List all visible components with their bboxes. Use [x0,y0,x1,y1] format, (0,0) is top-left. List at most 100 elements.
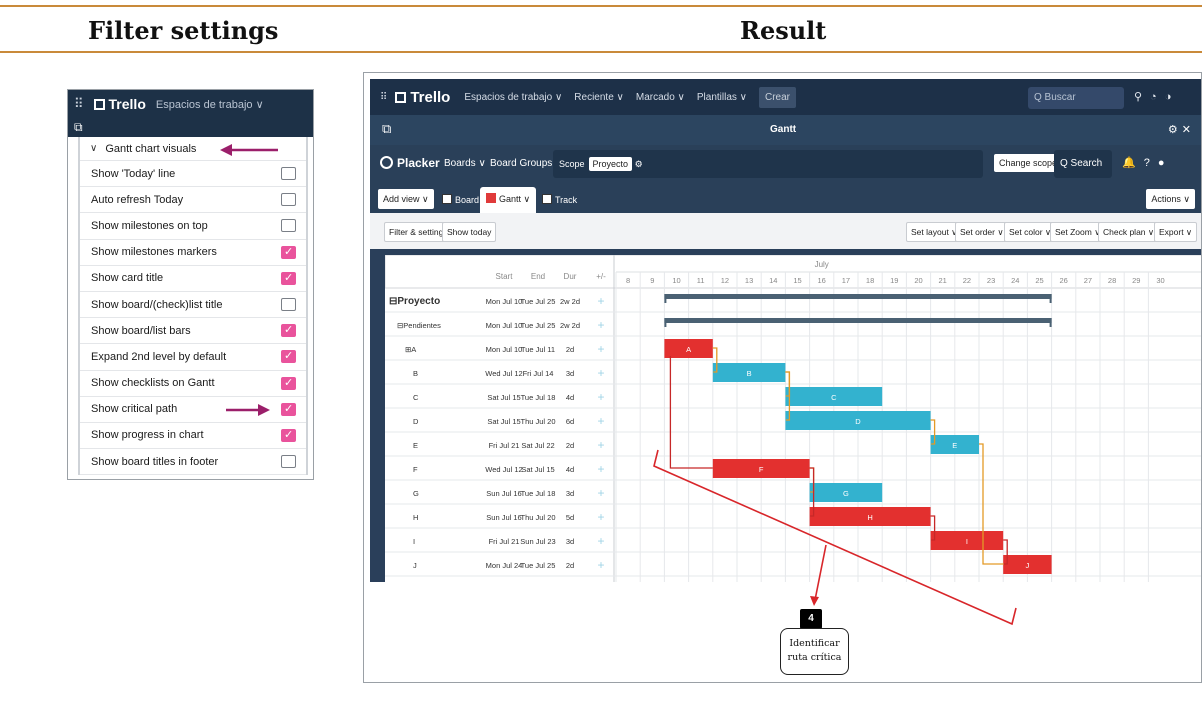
check-plan-button[interactable]: Check plan ∨ [1098,222,1160,242]
trello-logo[interactable]: Trello [395,89,450,106]
task-start: Sat Jul 15 [487,393,520,402]
filter-option-checkbox[interactable] [281,455,296,469]
menu-workspaces[interactable]: Espacios de trabajo ∨ [464,92,562,103]
tab-gantt[interactable]: Gantt ∨ [480,187,537,213]
filter-option-row[interactable]: Show card title [80,266,306,292]
filter-option-row[interactable]: Show milestones markers [80,240,306,266]
tab-track[interactable]: Track [536,188,583,210]
task-dur: 5d [566,513,574,522]
task-end: Tue Jul 18 [521,489,556,498]
filter-option-row[interactable]: Expand 2nd level by default [80,344,306,371]
day-tick-label: 16 [818,276,826,285]
task-start: Mon Jul 10 [486,297,523,306]
column-end: End [531,272,545,281]
menu-recent[interactable]: Reciente ∨ [574,92,624,103]
filter-option-row[interactable]: Show board/list bars [80,318,306,345]
task-end: Thu Jul 20 [520,513,555,522]
filter-option-checkbox[interactable] [281,349,296,364]
task-start: Mon Jul 10 [486,345,523,354]
day-tick-label: 20 [914,276,922,285]
search-input[interactable]: Q Buscar [1028,87,1124,109]
task-end: Tue Jul 11 [521,345,555,354]
gantt-visuals-options: ∨ Gantt chart visuals Show 'Today' line A… [78,137,308,476]
task-end: Fri Jul 14 [523,369,554,378]
filter-option-checkbox[interactable] [281,271,296,285]
apps-grid-icon[interactable]: ⠿ [74,96,84,112]
filter-option-label: Show critical path [91,403,178,416]
task-dur: 3d [566,369,574,378]
header-rule-top [0,5,1202,7]
set-layout-button[interactable]: Set layout ∨ [906,222,963,242]
workspaces-menu[interactable]: Espacios de trabajo ∨ [156,98,264,111]
task-start: Wed Jul 12 [485,369,522,378]
filter-option-checkbox[interactable] [281,245,296,259]
task-bar-label: I [966,537,968,546]
trello-top-bar: ⠿ Trello Espacios de trabajo ∨ Reciente … [370,79,1201,115]
filter-option-checkbox[interactable] [281,428,296,442]
add-task-icon: + [597,390,604,404]
task-bar-label: F [759,465,764,474]
gantt-chart-visuals-header[interactable]: ∨ Gantt chart visuals [80,137,306,161]
window-controls[interactable]: ⚙✕ [1168,123,1195,136]
task-name: H [413,513,418,522]
menu-templates[interactable]: Plantillas ∨ [697,92,747,103]
placker-icons[interactable]: 🔔?● [1122,156,1172,169]
board-groups-menu[interactable]: Board Groups ∨ [490,158,562,169]
filter-option-checkbox[interactable] [281,193,296,207]
filter-option-label: Show milestones markers [91,246,217,259]
filter-option-row[interactable]: Auto refresh Today [80,187,306,214]
set-order-button[interactable]: Set order ∨ [955,222,1009,242]
add-task-icon: + [597,318,604,332]
placker-brand[interactable]: Placker [380,156,440,170]
external-link-icon[interactable]: ⧉ [74,120,83,135]
filter-option-label: Show card title [91,272,164,285]
trello-logo[interactable]: Trello [93,96,146,112]
filter-option-label: Show board/(check)list title [91,298,223,311]
task-name: E [413,441,418,450]
filter-option-checkbox[interactable] [281,323,296,338]
task-dur: 2w 2d [560,321,580,330]
filter-option-checkbox[interactable] [281,297,296,311]
create-button[interactable]: Crear [759,86,797,108]
apps-grid-icon[interactable]: ⠿ [380,92,387,103]
filter-option-checkbox[interactable] [281,219,296,233]
day-tick-label: 27 [1084,276,1092,285]
filter-option-checkbox[interactable] [281,376,296,390]
trello-logo-icon [395,91,407,103]
tab-board[interactable]: Board [436,188,485,210]
external-link-icon[interactable]: ⧉ [382,121,391,137]
filter-option-row[interactable]: Show 'Today' line [80,161,306,188]
actions-button[interactable]: Actions ∨ [1146,189,1195,209]
header-icons[interactable]: ⚲◔◑ [1134,90,1179,103]
placker-search[interactable]: Q Search [1054,150,1112,178]
filter-option-checkbox[interactable] [281,402,296,416]
filter-option-row[interactable]: Show board/(check)list title [80,292,306,319]
filter-option-row[interactable]: Show progress in chart [80,423,306,450]
task-bar-label: B [747,369,752,378]
task-start: Wed Jul 12 [485,465,522,474]
add-task-icon: + [597,558,604,572]
day-tick-label: 22 [963,276,971,285]
set-color-button[interactable]: Set color ∨ [1004,222,1057,242]
menu-starred[interactable]: Marcado ∨ [636,92,685,103]
boards-menu[interactable]: Boards ∨ [444,158,486,169]
gantt-icon [486,193,496,203]
task-bar-label: J [1026,561,1030,570]
gantt-svg: Start End Dur +/- July 8 9 10 11 12 13 14 15 16 17 18 19… [385,255,1201,582]
filter-option-checkbox[interactable] [281,167,296,180]
add-task-icon: + [597,486,604,500]
filter-option-label: Auto refresh Today [91,193,184,206]
show-today-button[interactable]: Show today [442,222,497,242]
filter-option-row[interactable]: Show checklists on Gantt [80,371,306,397]
filter-option-row[interactable]: Show milestones on top [80,213,306,240]
filter-option-row[interactable]: Show board titles in footer [80,449,306,476]
filter-option-row[interactable]: Show critical path [80,397,306,423]
add-view-button[interactable]: Add view ∨ [378,189,434,209]
result-screenshot: ⠿ Trello Espacios de trabajo ∨ Reciente … [363,72,1202,683]
export-button[interactable]: Export ∨ [1154,222,1198,242]
header-rule-bottom [0,51,1202,53]
task-name: I [413,537,415,546]
scope-field[interactable]: Scope Proyecto ⚙ [553,150,983,178]
change-scope-button[interactable]: Change scope [994,154,1063,172]
day-tick-label: 21 [939,276,947,285]
